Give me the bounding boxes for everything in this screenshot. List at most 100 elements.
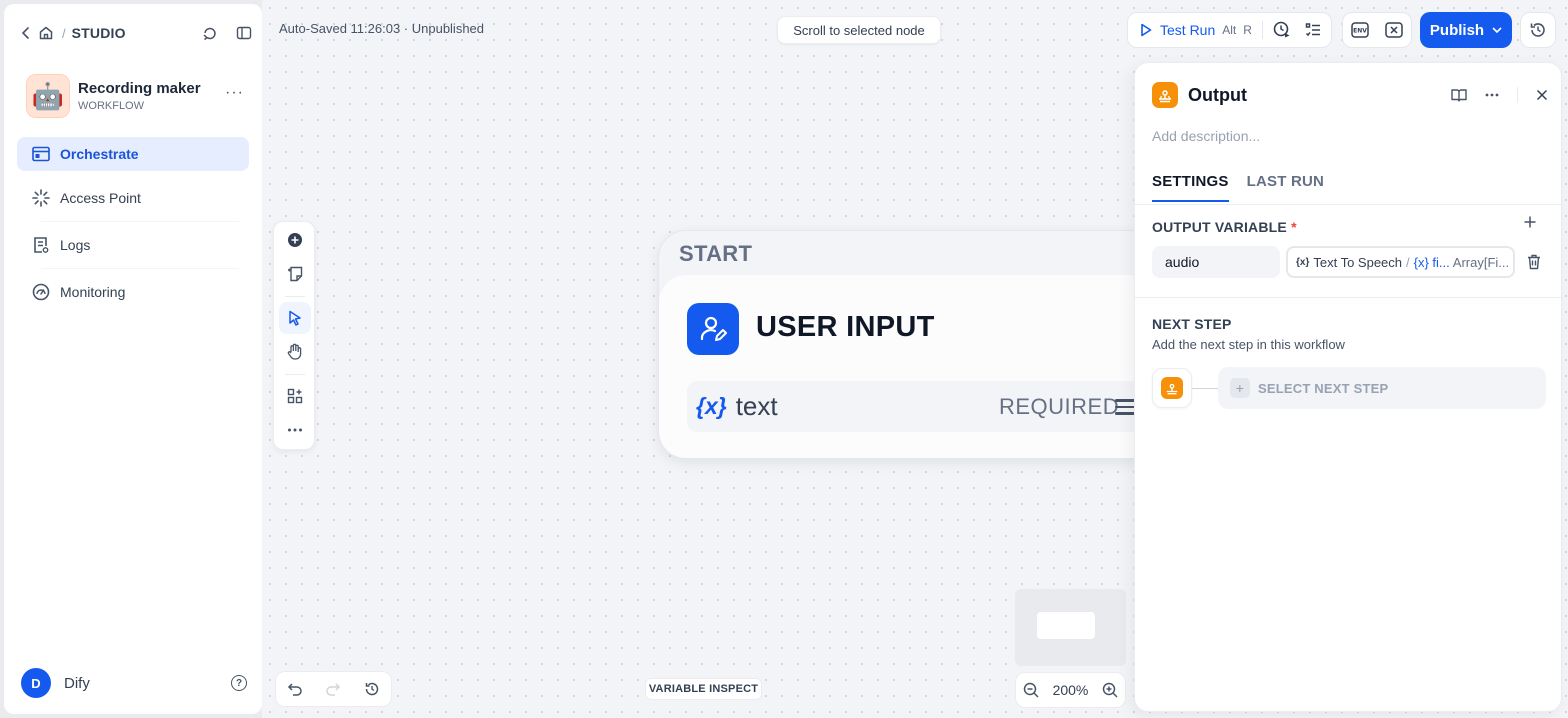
- more-icon[interactable]: [279, 414, 311, 446]
- hand-tool-icon[interactable]: [279, 336, 311, 368]
- minimap-node: [1037, 612, 1095, 639]
- next-step-title: NEXT STEP: [1152, 316, 1232, 332]
- source-variable-type: Array[Fi...: [1452, 254, 1510, 270]
- divider: [1135, 297, 1561, 298]
- panel-title[interactable]: Output: [1188, 85, 1247, 106]
- select-next-step-button[interactable]: + SELECT NEXT STEP: [1218, 367, 1546, 409]
- divider: [285, 374, 305, 375]
- divider: [41, 221, 239, 222]
- add-variable-icon[interactable]: [1523, 215, 1537, 229]
- minimap[interactable]: [1015, 589, 1126, 666]
- nav-label: Logs: [60, 237, 91, 253]
- current-node-box: [1152, 368, 1192, 408]
- sidebar: / STUDIO 🤖 Recording maker WORKFLOW ··· …: [4, 4, 262, 714]
- nav-item-monitoring[interactable]: Monitoring: [17, 275, 249, 309]
- node-body: USER INPUT {x} text REQUIRED: [659, 275, 1157, 458]
- zoom-control: 200%: [1015, 672, 1126, 708]
- node-title: USER INPUT: [756, 311, 935, 343]
- help-icon[interactable]: ?: [231, 675, 247, 691]
- add-note-icon[interactable]: [279, 258, 311, 290]
- redo-icon[interactable]: [325, 681, 341, 697]
- user-name: Dify: [64, 674, 90, 692]
- output-variable-title: OUTPUT VARIABLE *: [1152, 219, 1297, 235]
- variable-icon: {x}: [696, 393, 727, 419]
- test-run-button[interactable]: Test Run: [1160, 22, 1215, 38]
- breadcrumb-studio[interactable]: STUDIO: [72, 25, 126, 41]
- autosave-status: Auto-Saved 11:26:03 · Unpublished: [279, 21, 485, 36]
- chevron-left-icon[interactable]: [16, 23, 36, 43]
- avatar[interactable]: D: [21, 668, 51, 698]
- history-icon[interactable]: [364, 681, 380, 697]
- trash-icon[interactable]: [1527, 254, 1541, 270]
- zoom-level[interactable]: 200%: [1053, 682, 1089, 698]
- publish-button[interactable]: Publish: [1420, 12, 1512, 48]
- play-icon[interactable]: [1140, 23, 1152, 37]
- book-icon[interactable]: [1451, 88, 1467, 102]
- sync-icon[interactable]: [200, 23, 220, 43]
- shortcut-r: R: [1243, 23, 1252, 37]
- sidebar-toggle-icon[interactable]: [234, 23, 254, 43]
- access-point-icon: [32, 189, 50, 207]
- checklist-icon[interactable]: [1305, 22, 1321, 38]
- next-step-row: + SELECT NEXT STEP: [1152, 367, 1546, 409]
- variable-icon: {x}: [1296, 256, 1310, 268]
- history-icon: [1529, 21, 1547, 39]
- undo-icon[interactable]: [287, 681, 303, 697]
- select-next-step-label: SELECT NEXT STEP: [1258, 380, 1389, 396]
- start-node[interactable]: START USER INPUT {x} text REQUIRED: [658, 230, 1158, 459]
- divider: [1517, 87, 1518, 103]
- breadcrumb-separator: /: [62, 25, 66, 41]
- panel-tabs: SETTINGS LAST RUN: [1152, 173, 1324, 202]
- more-icon[interactable]: [1485, 93, 1499, 97]
- panel-header: Output: [1152, 82, 1548, 108]
- undo-redo-bar: [275, 671, 392, 707]
- plus-icon: +: [1230, 378, 1250, 398]
- conversation-variable-icon[interactable]: [1385, 22, 1403, 38]
- user-account[interactable]: D Dify ?: [21, 668, 253, 698]
- env-group: ENV: [1342, 12, 1412, 48]
- close-icon[interactable]: [1536, 89, 1548, 101]
- description-input[interactable]: Add description...: [1152, 128, 1260, 144]
- tab-settings[interactable]: SETTINGS: [1152, 173, 1229, 202]
- zoom-in-icon[interactable]: [1102, 682, 1118, 698]
- app-card[interactable]: 🤖 Recording maker WORKFLOW ···: [26, 74, 244, 118]
- source-variable-name: {x} fi...: [1413, 254, 1450, 270]
- run-history-icon[interactable]: [1273, 21, 1291, 39]
- output-node-icon: [1152, 82, 1178, 108]
- output-panel: Output Add description... SETTINGS LAST …: [1134, 62, 1562, 712]
- divider: [1135, 204, 1561, 205]
- required-mark: *: [1291, 219, 1297, 235]
- env-icon[interactable]: ENV: [1351, 22, 1369, 38]
- node-header: START: [679, 241, 753, 266]
- input-variable-row[interactable]: {x} text REQUIRED: [687, 381, 1157, 432]
- robot-icon: 🤖: [26, 74, 70, 118]
- test-run-group: Test Run Alt R: [1127, 12, 1332, 48]
- required-label: REQUIRED: [999, 393, 1120, 419]
- canvas-tool-palette: [273, 221, 315, 450]
- app-type: WORKFLOW: [78, 100, 144, 112]
- divider: [285, 296, 305, 297]
- tab-last-run[interactable]: LAST RUN: [1247, 173, 1324, 202]
- nav-label: Orchestrate: [60, 146, 139, 162]
- scroll-to-selected-button[interactable]: Scroll to selected node: [777, 16, 941, 44]
- nav-item-orchestrate[interactable]: Orchestrate: [17, 137, 249, 171]
- variable-source-selector[interactable]: {x} Text To Speech / {x} fi... Array[Fi.…: [1286, 246, 1515, 278]
- zoom-out-icon[interactable]: [1023, 682, 1039, 698]
- organize-blocks-icon[interactable]: [279, 380, 311, 412]
- shortcut-alt: Alt: [1222, 23, 1237, 37]
- variable-inspect-button[interactable]: VARIABLE INSPECT: [645, 678, 762, 700]
- logs-icon: [32, 236, 50, 254]
- svg-text:ENV: ENV: [1353, 28, 1367, 35]
- variable-name-input[interactable]: audio: [1152, 246, 1280, 278]
- nav-item-logs[interactable]: Logs: [17, 228, 249, 262]
- nav-item-access-point[interactable]: Access Point: [17, 181, 249, 215]
- version-history-button[interactable]: [1520, 12, 1556, 48]
- more-icon[interactable]: ···: [225, 84, 244, 108]
- path-separator: /: [1406, 254, 1410, 270]
- pointer-tool-icon[interactable]: [279, 302, 311, 334]
- home-icon[interactable]: [36, 23, 56, 43]
- divider: [41, 268, 239, 269]
- layout-icon: [32, 145, 50, 163]
- add-node-icon[interactable]: [279, 224, 311, 256]
- chevron-down-icon: [1492, 26, 1502, 34]
